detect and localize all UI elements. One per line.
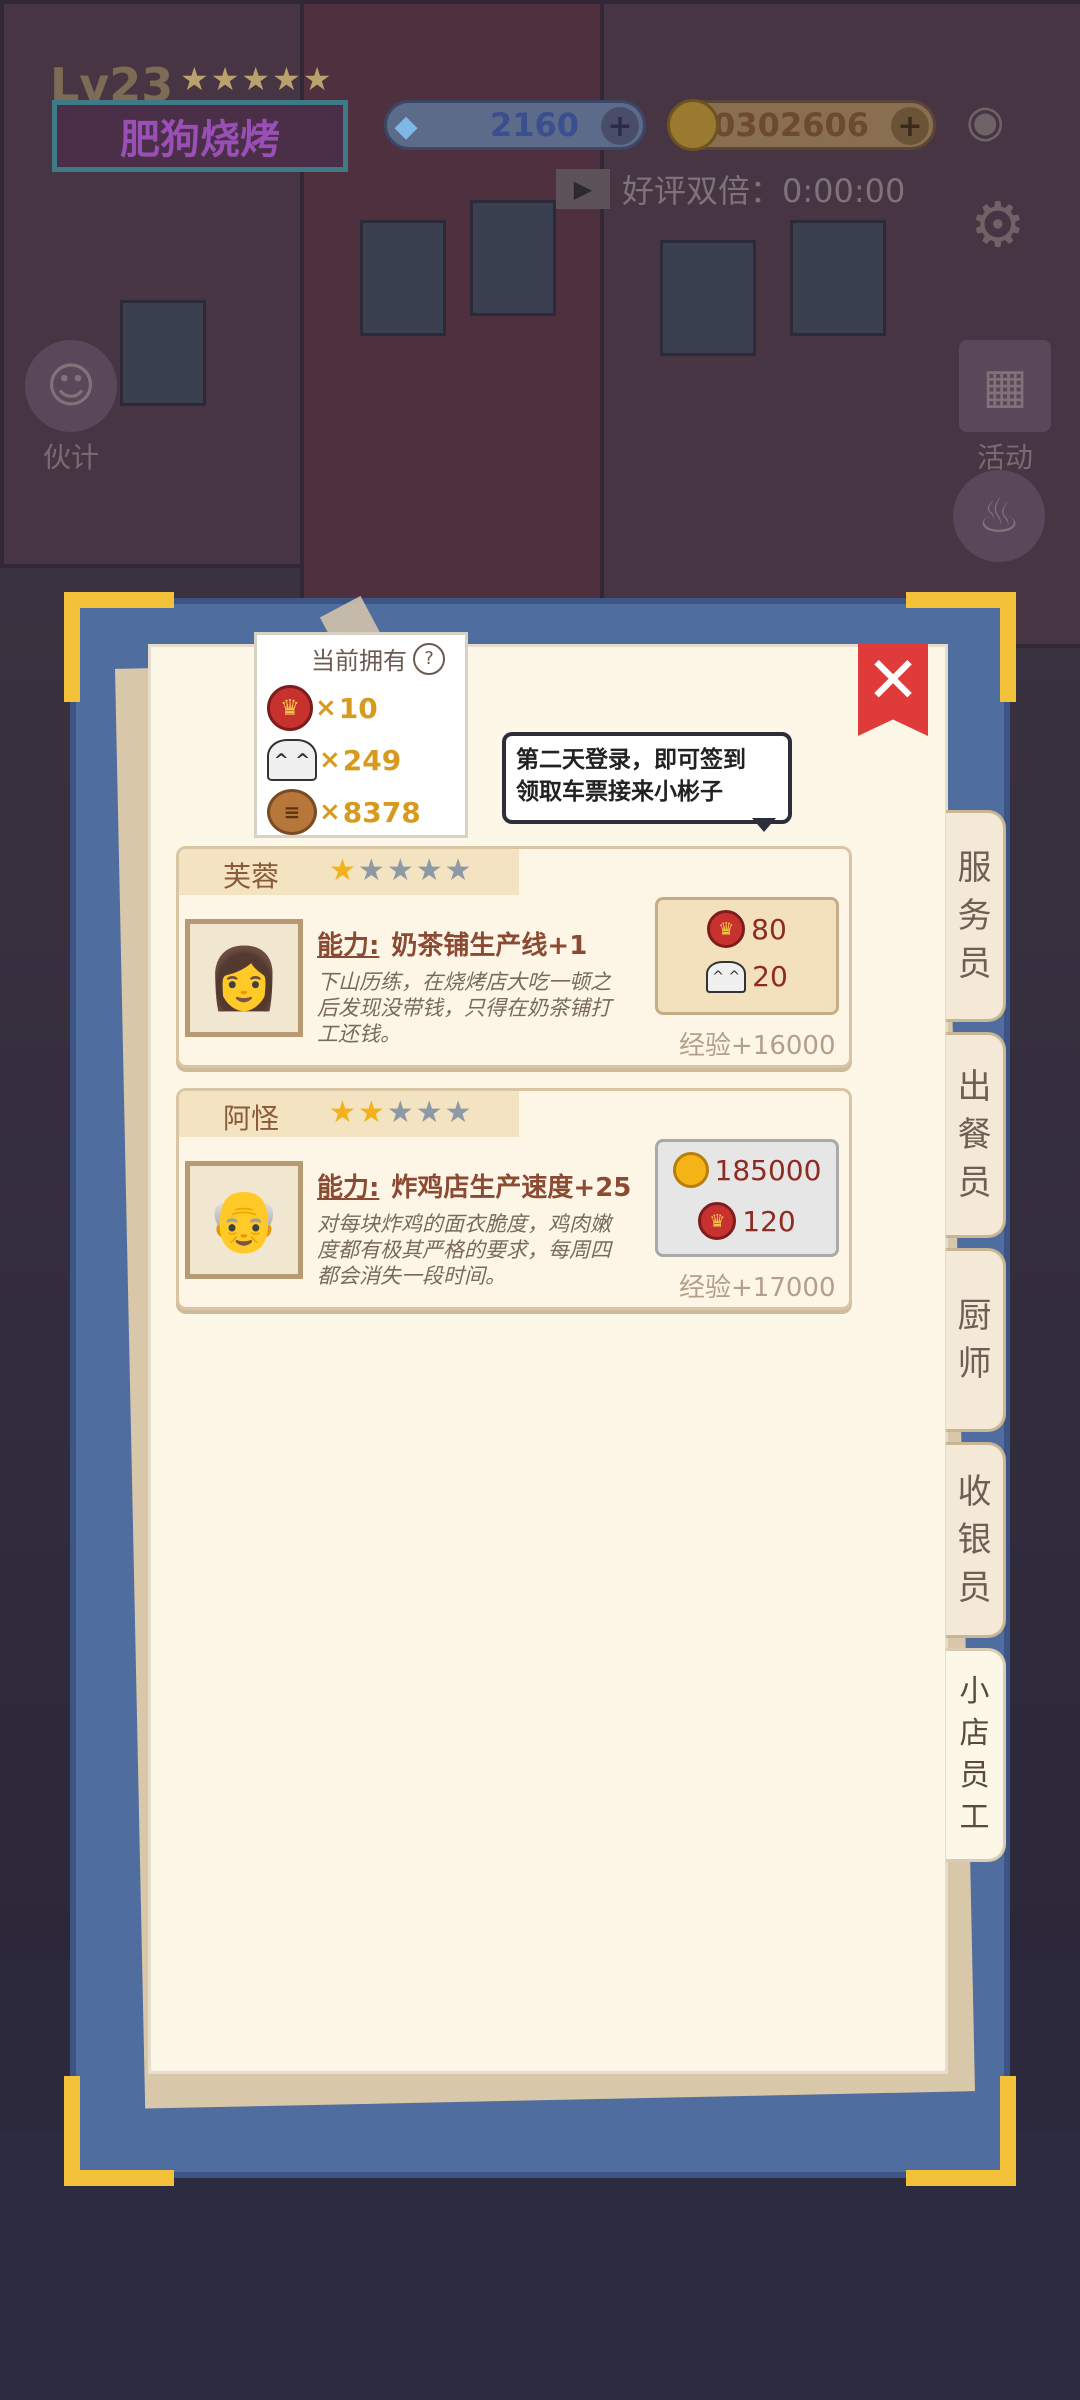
- times-icon: ×: [319, 797, 341, 827]
- star-empty-icon: ★: [415, 853, 445, 888]
- cost-item: ♛ 80: [658, 910, 836, 948]
- tab-label: 小店员工: [959, 1674, 990, 1835]
- exp-reward: 经验+16000: [679, 1031, 836, 1061]
- times-icon: ×: [319, 745, 341, 775]
- staff-ability: 能力: 炸鸡店生产速度+25: [317, 1167, 631, 1204]
- times-icon: ×: [315, 693, 337, 723]
- hire-cost-button[interactable]: ♛ 80 ^ ^ 20: [655, 897, 839, 1015]
- hall-button[interactable]: ♨: [944, 470, 1054, 566]
- shop-name-plate[interactable]: 肥狗烧烤: [52, 100, 348, 172]
- hire-cost-button[interactable]: 185000 ♛ 120: [655, 1139, 839, 1257]
- staff-label: 伙计: [42, 441, 99, 474]
- diamond-counter[interactable]: ◆ 2160 +: [384, 100, 646, 150]
- cost-item: ^ ^ 20: [658, 960, 836, 993]
- cost-amount: 20: [752, 960, 788, 993]
- ability-label: 能力:: [317, 1173, 380, 1203]
- cost-amount: 185000: [714, 1153, 822, 1187]
- chef-hat-icon: ☺: [25, 340, 117, 432]
- bread-icon: ≡: [267, 789, 317, 835]
- add-coin-icon[interactable]: +: [891, 107, 929, 145]
- cost-amount: 120: [742, 1204, 796, 1238]
- login-hint-bubble: 第二天登录，即可签到 领取车票接来小彬子: [502, 732, 792, 824]
- ad-double-bonus[interactable]: ▶ 好评双倍：0:00:00: [556, 166, 905, 212]
- red-coin-icon: ♛: [267, 685, 313, 731]
- star-filled-icon: ★: [329, 1095, 358, 1130]
- cost-item: ♛ 120: [658, 1202, 836, 1240]
- star-empty-icon: ★: [444, 1095, 474, 1130]
- ability-text: 奶茶铺生产线+1: [391, 931, 588, 961]
- star-empty-icon: ★: [386, 853, 416, 888]
- gold-coin-icon: [672, 1152, 709, 1188]
- star-empty-icon: ★: [386, 1095, 416, 1130]
- cost-item: 185000: [658, 1152, 836, 1188]
- star-filled-icon: ★: [329, 853, 358, 888]
- close-icon: ✕: [866, 644, 920, 718]
- owned-item: ≡ × 8378: [267, 789, 421, 835]
- coin-icon: [667, 99, 719, 151]
- owned-item: ♛ × 10: [267, 685, 378, 731]
- tab-shop-staff[interactable]: 小店员工: [946, 1648, 1006, 1862]
- help-icon[interactable]: ?: [413, 642, 445, 675]
- owned-item: ^ ^ × 249: [267, 739, 401, 781]
- owned-items-box: 当前拥有 ? ♛ × 10 ^ ^ × 249 ≡ × 8378: [254, 632, 468, 838]
- bubble-line: 领取车票接来小彬子: [516, 779, 723, 805]
- ability-text: 炸鸡店生产速度+25: [391, 1173, 632, 1203]
- tab-label: 厨师: [957, 1296, 992, 1384]
- tab-chef[interactable]: 厨师: [946, 1248, 1006, 1432]
- owned-count: 8378: [342, 795, 421, 829]
- staff-button[interactable]: ☺ 伙计: [16, 340, 126, 476]
- diamond-icon: ◆: [394, 108, 418, 144]
- star-empty-icon: ★: [444, 853, 474, 888]
- tab-food-runner[interactable]: 出餐员: [946, 1032, 1006, 1238]
- eye-icon[interactable]: ◉: [966, 96, 1030, 156]
- owned-count: 249: [342, 743, 402, 777]
- tab-label: 收银员: [957, 1472, 992, 1608]
- staff-description: 对每块炸鸡的面衣脆度，鸡肉嫩度都有极其严格的要求，每周四都会消失一段时间。: [317, 1212, 611, 1288]
- frame-corner: [906, 2076, 1016, 2186]
- video-play-icon: ▶: [556, 169, 610, 209]
- tab-label: 出餐员: [957, 1067, 992, 1203]
- star-empty-icon: ★: [357, 853, 387, 888]
- red-coin-icon: ♛: [698, 1202, 737, 1240]
- bubble-line: 第二天登录，即可签到: [516, 747, 746, 773]
- add-diamond-icon[interactable]: +: [601, 107, 639, 145]
- star-filled-icon: ★: [357, 1095, 387, 1130]
- tab-waiter[interactable]: 服务员: [946, 810, 1006, 1022]
- staff-stars: ★★★★★: [329, 853, 474, 888]
- calendar-icon: ▦: [959, 340, 1051, 432]
- staff-card[interactable]: 芙蓉 ★★★★★ 👩 能力: 奶茶铺生产线+1 下山历练，在烧烤店大吃一顿之后发现…: [176, 846, 852, 1068]
- level-stars: ★★★★★: [180, 60, 334, 98]
- diamond-amount: 2160: [489, 106, 579, 144]
- hall-icon: ♨: [953, 470, 1045, 562]
- ability-label: 能力:: [317, 931, 380, 961]
- red-coin-icon: ♛: [707, 910, 746, 948]
- ad-double-label: 好评双倍：0:00:00: [622, 172, 906, 210]
- star-empty-icon: ★: [415, 1095, 445, 1130]
- bubble-tail: [752, 818, 776, 832]
- tab-label: 服务员: [957, 848, 992, 984]
- staff-card[interactable]: 阿怪 ★★★★★ 👴 能力: 炸鸡店生产速度+25 对每块炸鸡的面衣脆度，鸡肉嫩度…: [176, 1088, 852, 1310]
- staff-ability: 能力: 奶茶铺生产线+1: [317, 925, 587, 962]
- coin-counter[interactable]: 30302606 +: [667, 99, 936, 151]
- staff-description: 下山历练，在烧烤店大吃一顿之后发现没带钱，只得在奶茶铺打工还钱。: [317, 970, 611, 1046]
- cat-icon: ^ ^: [267, 739, 317, 781]
- owned-title: 当前拥有 ?: [311, 641, 445, 676]
- owned-count: 10: [338, 691, 378, 725]
- staff-portrait: 👩: [185, 919, 303, 1037]
- staff-portrait: 👴: [185, 1161, 303, 1279]
- cat-icon: ^ ^: [706, 960, 747, 993]
- staff-stars: ★★★★★: [329, 1095, 474, 1130]
- activity-button[interactable]: ▦ 活动: [950, 340, 1060, 476]
- staff-name: 芙蓉: [223, 860, 280, 893]
- staff-name: 阿怪: [223, 1102, 280, 1135]
- gear-icon[interactable]: ⚙: [970, 190, 1040, 260]
- tab-cashier[interactable]: 收银员: [946, 1442, 1006, 1638]
- owned-title-text: 当前拥有: [311, 647, 407, 675]
- exp-reward: 经验+17000: [679, 1273, 836, 1303]
- cost-amount: 80: [751, 912, 787, 946]
